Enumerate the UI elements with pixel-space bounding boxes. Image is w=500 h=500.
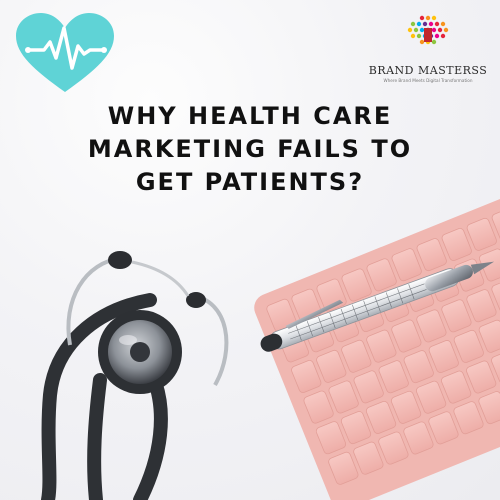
poster: BRAND MASTERSS Where Brand Meets Digital… [0, 0, 500, 500]
photo-props [41, 184, 500, 500]
stethoscope-image [41, 251, 229, 500]
